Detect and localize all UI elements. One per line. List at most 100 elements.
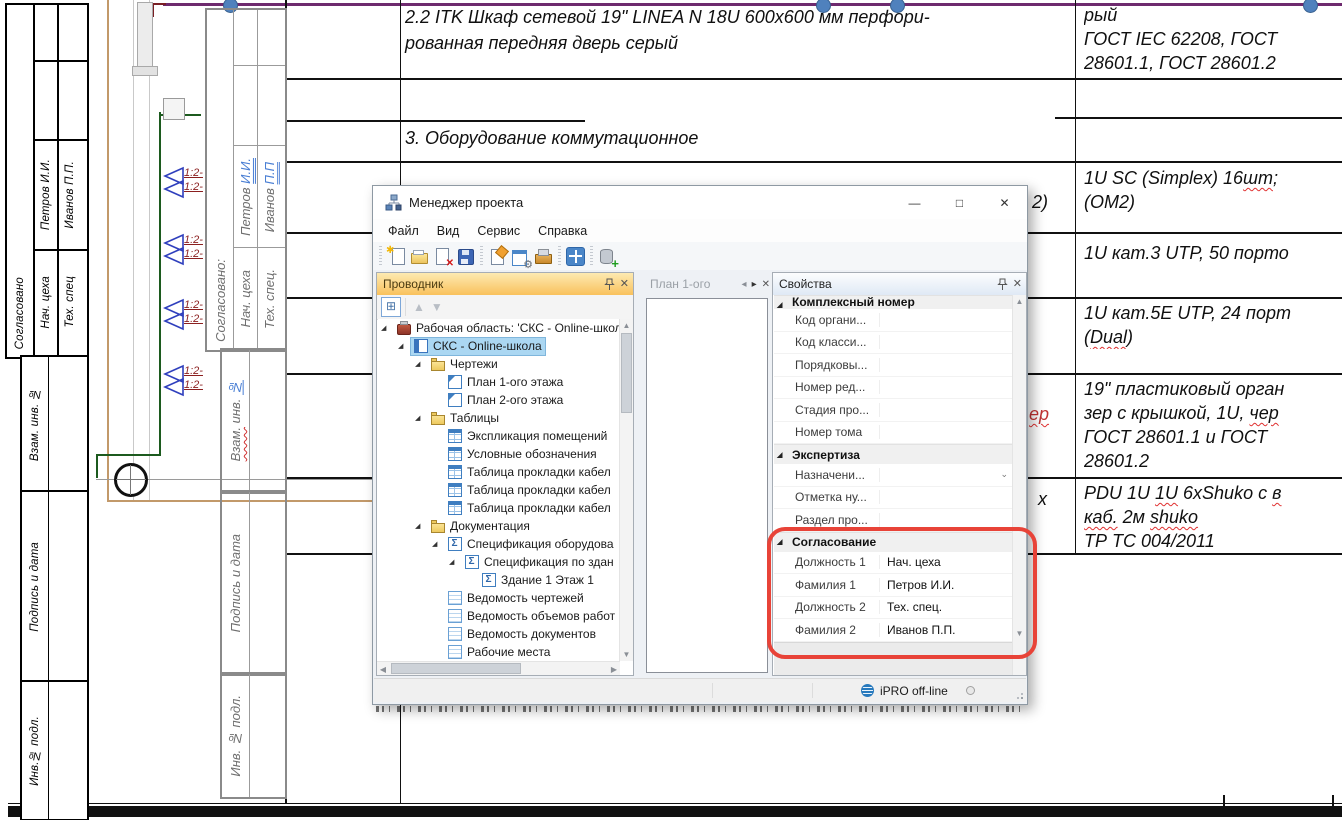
toolbar-button[interactable]: [533, 246, 554, 267]
property-row[interactable]: Код органи... ⌄: [774, 309, 1012, 332]
close-icon[interactable]: ✕: [620, 279, 629, 290]
toolbar-button[interactable]: [409, 246, 430, 267]
property-row[interactable]: Должность 1 Нач. цеха ⌄: [774, 552, 1012, 575]
property-value[interactable]: Нач. цеха: [880, 555, 1012, 569]
tree-item[interactable]: Рабочая область: 'СКС - Online-школ: [378, 319, 619, 337]
tree-item[interactable]: Таблица прокладки кабел: [378, 499, 619, 517]
scrollbar-thumb[interactable]: [391, 663, 521, 674]
plan-page-canvas[interactable]: [646, 298, 768, 673]
tree-expand-icon[interactable]: [415, 414, 420, 422]
property-row[interactable]: Отметка ну... ⌄: [774, 487, 1012, 510]
tree-item[interactable]: Документация: [378, 517, 619, 535]
tree-item[interactable]: План 1-ого этажа: [378, 373, 619, 391]
chevron-down-icon[interactable]: ⌄: [1000, 469, 1008, 480]
tree-expand-icon[interactable]: [415, 360, 420, 368]
tree-item[interactable]: Таблица прокладки кабел: [378, 481, 619, 499]
tree-item[interactable]: Условные обозначения: [378, 445, 619, 463]
tree-item[interactable]: Ведомость документов: [378, 625, 619, 643]
tree-item[interactable]: Чертежи: [378, 355, 619, 373]
property-row[interactable]: Назначени... ⌄: [774, 464, 1012, 487]
scrollbar-thumb[interactable]: [621, 333, 632, 413]
overlay-podpis[interactable]: Подпись и дата: [220, 490, 287, 676]
title-block-overlay[interactable]: Согласовано: Петров И.И. Иванов П.П Нач.…: [205, 8, 287, 352]
close-icon[interactable]: ✕: [1013, 279, 1022, 290]
tree-item-label: План 1-ого этажа: [467, 375, 563, 389]
scroll-right-icon[interactable]: ▶: [608, 665, 620, 674]
tab-nav-forward-icon[interactable]: ▸: [752, 279, 757, 290]
group-expand-icon[interactable]: [774, 301, 792, 309]
scroll-down-icon[interactable]: ▼: [620, 650, 633, 659]
tree-vertical-scrollbar[interactable]: ▲ ▼: [619, 319, 633, 661]
move-down-icon[interactable]: ▼: [431, 300, 443, 314]
toolbar-button[interactable]: [386, 246, 407, 267]
tab-nav-back-icon[interactable]: ◂: [742, 279, 747, 290]
property-value[interactable]: Иванов П.П.: [880, 623, 1012, 637]
group-expand-icon[interactable]: [774, 538, 792, 546]
property-label: Фамилия 1: [792, 578, 880, 592]
tree-item[interactable]: Спецификация по здан: [378, 553, 619, 571]
property-value[interactable]: Петров И.И.: [880, 578, 1012, 592]
menu-item[interactable]: Сервис: [468, 221, 529, 241]
overlay-vzam[interactable]: Взам. инв. №: [220, 348, 287, 494]
property-row[interactable]: Комплексный номер ⌄: [774, 295, 1012, 309]
tree-expand-icon[interactable]: [449, 558, 454, 566]
overlay-inv[interactable]: Инв. № подл.: [220, 672, 287, 799]
tree-expand-icon[interactable]: [398, 342, 403, 350]
property-row[interactable]: Раздел про... ⌄: [774, 509, 1012, 532]
property-row[interactable]: Согласование ⌄: [774, 532, 1012, 552]
menu-item[interactable]: Файл: [379, 221, 428, 241]
toolbar-button[interactable]: [565, 246, 586, 267]
tree-item[interactable]: План 2-ого этажа: [378, 391, 619, 409]
props-vertical-scrollbar[interactable]: ▲ ▼: [1012, 295, 1026, 675]
tree-item[interactable]: Экспликация помещений: [378, 427, 619, 445]
close-button[interactable]: ✕: [982, 186, 1027, 219]
pin-icon[interactable]: [604, 278, 615, 291]
window-titlebar[interactable]: Менеджер проекта — □ ✕: [373, 186, 1027, 219]
maximize-button[interactable]: □: [937, 186, 982, 219]
property-row[interactable]: Порядковы... ⌄: [774, 354, 1012, 377]
property-row[interactable]: Экспертиза ⌄: [774, 444, 1012, 464]
tree-item[interactable]: Таблицы: [378, 409, 619, 427]
scroll-up-icon[interactable]: ▲: [1013, 297, 1026, 306]
toolbar-button[interactable]: [432, 246, 453, 267]
tree-view-toggle-icon[interactable]: ⊞: [381, 297, 401, 317]
properties-panel-header[interactable]: Свойства ✕: [773, 273, 1026, 295]
property-row[interactable]: Код класси... ⌄: [774, 332, 1012, 355]
tree-expand-icon[interactable]: [381, 324, 386, 332]
pin-icon[interactable]: [997, 278, 1008, 291]
tree-item[interactable]: Здание 1 Этаж 1: [378, 571, 619, 589]
toolbar-button[interactable]: [455, 246, 476, 267]
tree-expand-icon[interactable]: [432, 540, 437, 548]
tree-item[interactable]: Ведомость объемов работ: [378, 607, 619, 625]
property-row[interactable]: Номер тома ⌄: [774, 422, 1012, 445]
tree-item[interactable]: СКС - Online-школа: [378, 337, 619, 355]
toolbar-button[interactable]: [510, 246, 531, 267]
property-row[interactable]: Фамилия 2 Иванов П.П. ⌄: [774, 619, 1012, 642]
tree-item[interactable]: Рабочие места: [378, 643, 619, 661]
tree-horizontal-scrollbar[interactable]: ◀ ▶: [377, 661, 620, 675]
group-expand-icon[interactable]: [774, 451, 792, 459]
minimize-button[interactable]: —: [892, 186, 937, 219]
property-row[interactable]: Должность 2 Тех. спец. ⌄: [774, 597, 1012, 620]
tab-close-icon[interactable]: ✕: [762, 279, 770, 290]
scroll-down-icon[interactable]: ▼: [1013, 629, 1026, 638]
toolbar-button[interactable]: [487, 246, 508, 267]
scroll-up-icon[interactable]: ▲: [620, 321, 633, 330]
property-value[interactable]: Тех. спец.: [880, 600, 1012, 614]
plan-tab[interactable]: План 1-ого ◂ ▸ ✕: [644, 272, 770, 296]
tree-expand-icon[interactable]: [415, 522, 420, 530]
tree-item[interactable]: Таблица прокладки кабел: [378, 463, 619, 481]
property-row[interactable]: Стадия про... ⌄: [774, 399, 1012, 422]
move-up-icon[interactable]: ▲: [413, 300, 425, 314]
resize-grip[interactable]: [1021, 697, 1023, 699]
menu-item[interactable]: Вид: [428, 221, 469, 241]
tree-item[interactable]: Ведомость чертежей: [378, 589, 619, 607]
toolbar-button[interactable]: [597, 246, 618, 267]
menu-item[interactable]: Справка: [529, 221, 596, 241]
tree-item[interactable]: Спецификация оборудова: [378, 535, 619, 553]
scroll-left-icon[interactable]: ◀: [377, 665, 389, 674]
explorer-panel-header[interactable]: Проводник ✕: [377, 273, 633, 295]
project-manager-window[interactable]: Менеджер проекта — □ ✕ ФайлВидСервисСпра…: [372, 185, 1028, 705]
property-row[interactable]: Номер ред... ⌄: [774, 377, 1012, 400]
property-row[interactable]: Фамилия 1 Петров И.И. ⌄: [774, 574, 1012, 597]
